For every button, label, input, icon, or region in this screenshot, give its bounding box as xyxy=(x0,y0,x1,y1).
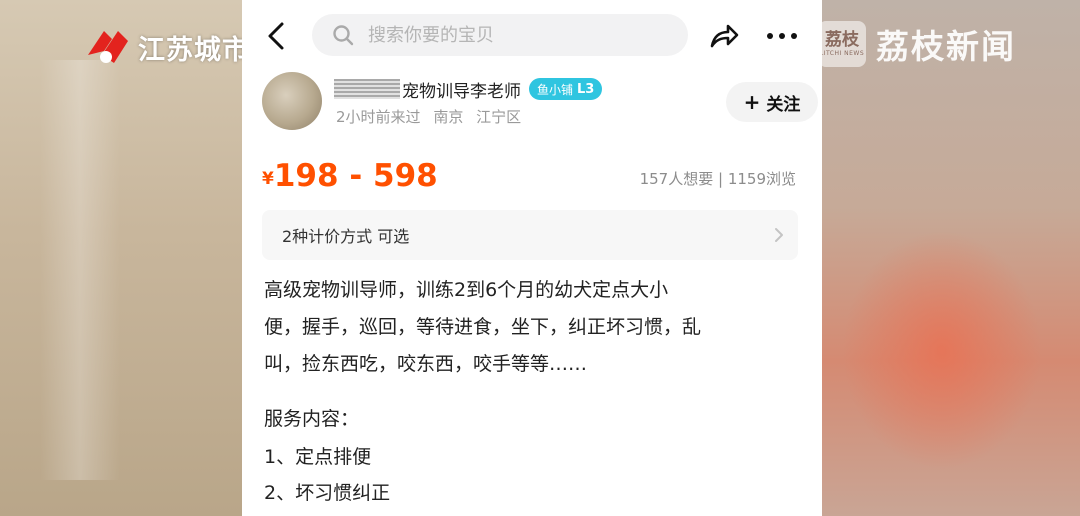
service-title: 服务内容： xyxy=(264,408,360,430)
seller-meta: 2小时前来过 南京 江宁区 xyxy=(336,106,529,127)
name-mask xyxy=(334,79,400,99)
listing-stats: 157人想要 | 1159浏览 xyxy=(639,170,796,188)
background-left xyxy=(0,0,242,516)
location-city: 南京 xyxy=(433,108,464,126)
seller-name[interactable]: 宠物训导李老师 xyxy=(402,77,521,102)
service-item: 2、坏习惯纠正 xyxy=(264,482,391,504)
share-button[interactable] xyxy=(708,20,740,52)
back-button[interactable] xyxy=(262,20,292,52)
badge-text: 鱼小铺 xyxy=(537,82,574,97)
top-bar xyxy=(242,0,822,72)
follow-button[interactable]: + 关注 xyxy=(726,82,818,122)
avatar[interactable] xyxy=(262,72,322,130)
search-box[interactable] xyxy=(312,14,688,56)
price: ¥198 - 598 xyxy=(262,158,438,194)
channel-logo-text: 江苏城市 xyxy=(138,34,250,66)
litchi-seal: 荔枝 LITCHI NEWS xyxy=(818,21,866,67)
search-input[interactable] xyxy=(366,23,670,47)
search-icon xyxy=(333,25,354,46)
back-arrow-icon xyxy=(268,22,284,50)
more-button[interactable] xyxy=(764,24,800,48)
follow-label: 关注 xyxy=(766,94,801,115)
channel-logo-litchi-news: 荔枝 LITCHI NEWS 荔枝新闻 xyxy=(818,18,1016,70)
channel-logo-jiangsu-city: 江苏城市 xyxy=(84,24,250,70)
price-range: 198 - 598 xyxy=(273,158,438,194)
location-district: 江宁区 xyxy=(476,108,522,126)
description-line: 高级宠物训导师，训练2到6个月的幼犬定点大小 xyxy=(264,279,669,301)
badge-level: L3 xyxy=(577,81,595,97)
plus-icon: + xyxy=(743,90,761,114)
price-row: ¥198 - 598 157人想要 | 1159浏览 xyxy=(262,158,802,194)
description-line: 便，握手，巡回，等待进食，坐下，纠正坏习惯，乱 xyxy=(264,316,702,338)
litchi-seal-small: LITCHI NEWS xyxy=(819,49,865,57)
litchi-seal-text: 荔枝 xyxy=(825,29,859,50)
litchi-logo-text: 荔枝新闻 xyxy=(876,27,1016,66)
pricing-option-label: 2种计价方式 可选 xyxy=(282,227,410,246)
share-icon xyxy=(710,24,739,48)
service-item: 1、定点排便 xyxy=(264,446,372,468)
listing-description: 高级宠物训导师，训练2到6个月的幼犬定点大小 便，握手，巡回，等待进食，坐下，纠… xyxy=(264,272,804,383)
chevron-right-icon xyxy=(775,228,783,242)
currency-symbol: ¥ xyxy=(262,169,274,189)
seller-badge[interactable]: 鱼小铺 L3 xyxy=(529,78,603,100)
pricing-option-selector[interactable]: 2种计价方式 可选 xyxy=(262,210,798,260)
seller-name-row: 宠物训导李老师 鱼小铺 L3 xyxy=(334,76,603,102)
phone-screen: 宠物训导李老师 鱼小铺 L3 2小时前来过 南京 江宁区 + 关注 ¥198 -… xyxy=(242,0,822,516)
last-visit: 2小时前来过 xyxy=(336,108,421,126)
background-right xyxy=(822,0,1080,516)
seller-info: 宠物训导李老师 鱼小铺 L3 2小时前来过 南京 江宁区 + 关注 xyxy=(262,72,818,134)
channel-mark-icon xyxy=(84,25,132,69)
more-icon xyxy=(767,33,797,39)
description-line: 叫，捡东西吃，咬东西，咬手等等…… xyxy=(264,353,588,375)
